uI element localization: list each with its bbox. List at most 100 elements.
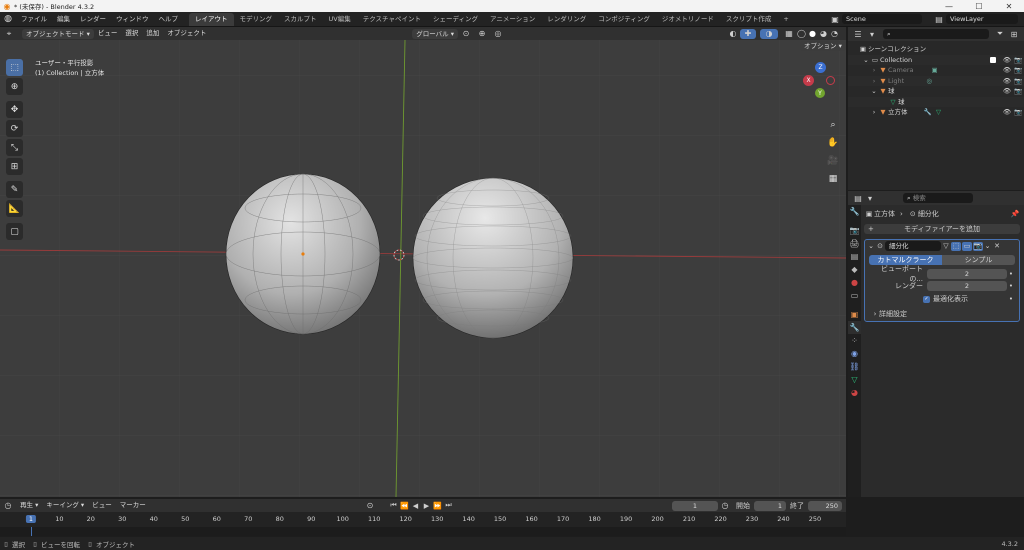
collection-tab-icon[interactable]: ▭ <box>848 289 861 302</box>
overlay-toggle-icon[interactable]: ◑ <box>760 28 778 39</box>
keyframe-dot[interactable]: • <box>1007 282 1015 290</box>
simple-tab[interactable]: シンプル <box>942 255 1015 265</box>
current-frame-marker[interactable]: 1 <box>25 515 37 523</box>
render-icon[interactable]: 📷 <box>1012 107 1024 118</box>
collection-checkbox[interactable] <box>990 56 996 63</box>
jump-end-icon[interactable]: ⏭ <box>443 501 454 510</box>
move-tool-icon[interactable]: ✥ <box>6 101 23 118</box>
advanced-subpanel[interactable]: › 詳細設定 <box>871 309 1015 319</box>
cage-toggle-icon[interactable]: ⬚ <box>951 241 961 251</box>
collapse-icon[interactable]: ⌄ <box>867 242 875 250</box>
menu-object[interactable]: オブジェクト <box>163 27 210 40</box>
outliner-item-sphere[interactable]: ⌄ ▼ 球 👁 📷 <box>848 86 1024 97</box>
expand-icon[interactable]: › <box>870 65 878 76</box>
shading-solid-icon[interactable]: ● <box>807 29 818 38</box>
pivot-icon[interactable]: ⊙ <box>458 29 474 38</box>
render-levels-input[interactable]: 2 <box>927 281 1007 291</box>
tool-tab-icon[interactable]: 🔧 <box>848 205 861 218</box>
shading-wireframe-icon[interactable]: ◯ <box>796 29 807 38</box>
timeline-view-menu[interactable]: ビュー <box>88 499 116 512</box>
menu-window[interactable]: ウィンドウ <box>111 12 154 27</box>
tab-scripting[interactable]: スクリプト作成 <box>720 13 778 26</box>
gizmo-z-axis[interactable]: Z <box>815 62 826 73</box>
gizmo-toggle-icon[interactable]: ✚ <box>740 28 756 39</box>
gizmo-x-axis[interactable]: X <box>803 75 814 86</box>
preview-range-icon[interactable]: ◷ <box>718 501 732 510</box>
modifier-menu-icon[interactable]: ⌄ <box>983 242 992 250</box>
pan-hand-icon[interactable]: ✋ <box>826 136 840 150</box>
jump-keyframe-back-icon[interactable]: ⏪ <box>399 502 410 510</box>
new-collection-icon[interactable]: ⊞ <box>1007 30 1021 39</box>
playback-menu[interactable]: 再生 ▾ <box>16 499 42 512</box>
timeline-body[interactable] <box>0 527 846 536</box>
keyframe-dot[interactable]: • <box>1007 295 1015 303</box>
outliner-editor-icon[interactable]: ☰ <box>851 30 865 39</box>
outliner-search-input[interactable]: ⌕ <box>883 29 989 39</box>
timeline-ruler[interactable]: 1 10 20 30 40 50 60 70 80 90 100 110 120 130 140 150 160… <box>0 512 846 527</box>
timeline-editor-icon[interactable]: ◷ <box>0 501 16 510</box>
display-mode-icon[interactable]: ▾ <box>865 194 875 203</box>
gizmo-y-axis[interactable]: Y <box>815 88 825 98</box>
view-layer-selector[interactable]: ViewLayer <box>946 14 1018 24</box>
transform-tool-icon[interactable]: ⊞ <box>6 158 23 175</box>
shading-rendered-icon[interactable]: ◔ <box>829 29 840 38</box>
tab-uv-editing[interactable]: UV編集 <box>323 13 357 26</box>
proportional-edit-icon[interactable]: ◎ <box>490 29 506 38</box>
pin-icon[interactable]: 📌 <box>1010 210 1020 218</box>
data-tab-icon[interactable]: ▽ <box>848 373 861 386</box>
snap-icon[interactable]: ⊕ <box>474 29 490 38</box>
outliner-item-sphere-mesh[interactable]: ▽ 球 <box>848 96 1024 107</box>
visibility-icon[interactable]: 👁 <box>1002 65 1012 76</box>
output-tab-icon[interactable]: 🖨 <box>848 237 861 250</box>
navigation-gizmo[interactable]: Z X Y <box>803 62 837 114</box>
tab-layout[interactable]: レイアウト <box>189 13 234 26</box>
minimize-button[interactable]: — <box>934 2 964 11</box>
world-tab-icon[interactable]: ● <box>848 276 861 289</box>
render-tab-icon[interactable]: 📷 <box>848 224 861 237</box>
menu-file[interactable]: ファイル <box>16 12 52 27</box>
outliner-item-light[interactable]: › ▼ Light ◎ 👁 📷 <box>848 75 1024 87</box>
render-icon[interactable]: 📷 <box>1012 65 1024 76</box>
material-tab-icon[interactable]: ◕ <box>848 386 861 399</box>
play-icon[interactable]: ▶ <box>421 502 432 510</box>
mode-selector[interactable]: オブジェクトモード ▾ <box>22 28 94 39</box>
view-layer-tab-icon[interactable]: ▤ <box>848 250 861 263</box>
viewport-toggle-icon[interactable]: ▭ <box>962 241 972 251</box>
cursor-tool-icon[interactable]: ⊕ <box>6 78 23 95</box>
tab-sculpt[interactable]: スカルプト <box>278 13 323 26</box>
tab-texture-paint[interactable]: テクスチャペイント <box>357 13 427 26</box>
remove-modifier-icon[interactable]: ✕ <box>992 242 1002 250</box>
render-icon[interactable]: 📷 <box>1012 76 1024 87</box>
modifier-tab-icon[interactable]: 🔧 <box>848 321 861 334</box>
add-modifier-button[interactable]: + モディファイアーを追加 <box>864 224 1020 234</box>
object-tab-icon[interactable]: ▣ <box>848 308 861 321</box>
end-frame-input[interactable]: 250 <box>808 500 842 511</box>
tab-shading[interactable]: シェーディング <box>427 13 484 26</box>
blender-menu-icon[interactable]: ◍ <box>0 14 16 24</box>
collection-render-icon[interactable]: 📷 <box>1012 55 1024 66</box>
render-icon[interactable]: 📷 <box>1012 86 1024 97</box>
camera-view-icon[interactable]: 🎥 <box>826 154 840 168</box>
editor-type-icon[interactable]: ⌖ <box>0 29 18 39</box>
3d-viewport[interactable]: ユーザー・平行投影 (1) Collection | 立方体 ⬚ ⊕ ✥ ⟳ ⤡… <box>0 40 846 497</box>
visibility-icon[interactable]: ◐ <box>726 29 740 38</box>
outliner-item-cube[interactable]: › ▼ 立方体 🔧 ▽ 👁 📷 <box>848 107 1024 118</box>
playhead-line[interactable] <box>31 527 32 536</box>
jump-keyframe-forward-icon[interactable]: ⏩ <box>432 502 443 510</box>
render-toggle-icon[interactable]: 📷 <box>973 241 983 251</box>
tab-modeling[interactable]: モデリング <box>234 13 279 26</box>
menu-help[interactable]: ヘルプ <box>154 12 184 27</box>
jump-start-icon[interactable]: ⏮ <box>388 501 399 510</box>
outliner-scene-collection[interactable]: ▣ シーンコレクション <box>848 44 1024 55</box>
outliner-collection[interactable]: ⌄ ▭ Collection 👁 📷 <box>848 54 1024 66</box>
marker-menu[interactable]: マーカー <box>116 499 150 512</box>
physics-tab-icon[interactable]: ◉ <box>848 347 861 360</box>
menu-select[interactable]: 選択 <box>121 27 142 40</box>
optimal-display-checkbox[interactable]: ✓ <box>923 295 930 303</box>
add-workspace-button[interactable]: + <box>777 13 794 26</box>
menu-render[interactable]: レンダー <box>75 12 111 27</box>
outliner-item-camera[interactable]: › ▼ Camera ▣ 👁 📷 <box>848 65 1024 76</box>
annotate-tool-icon[interactable]: ✎ <box>6 181 23 198</box>
expand-collection-icon[interactable]: ⌄ <box>862 55 870 66</box>
menu-edit[interactable]: 編集 <box>52 12 75 27</box>
